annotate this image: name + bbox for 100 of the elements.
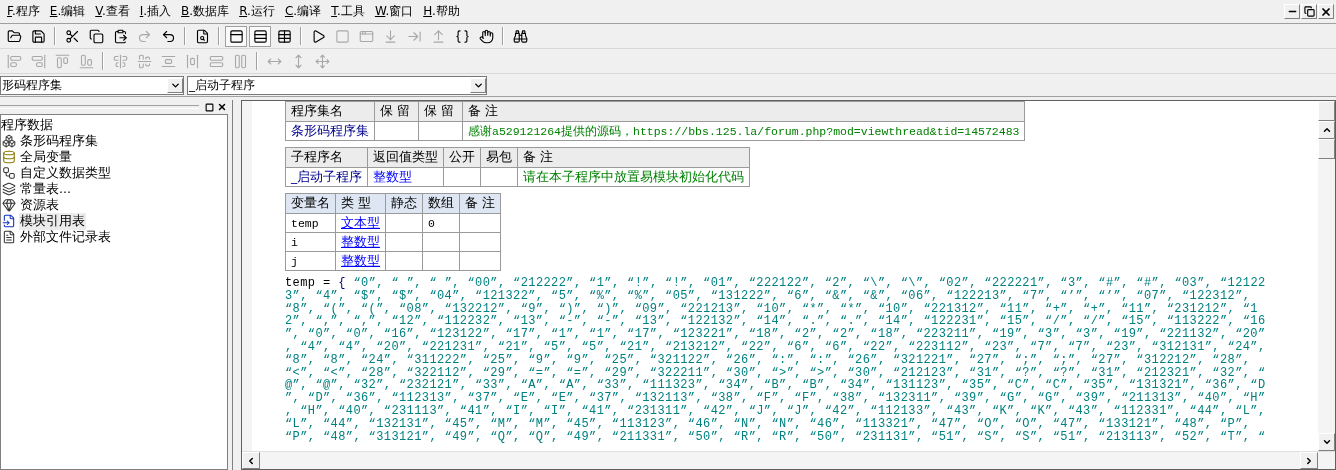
dropdown[interactable]: 形码程序集 [0, 75, 184, 95]
tree-item[interactable]: 程序数据 [1, 117, 227, 133]
file-import-icon [2, 214, 16, 228]
undo-icon [160, 28, 176, 44]
panel-layout-icon [228, 28, 244, 44]
center-horizontal-icon [112, 53, 128, 69]
scroll-left-icon [246, 455, 256, 466]
scroll-up-icon [1321, 125, 1332, 135]
code-line: “8”, “(”, “(”, “08”, “132212”, “9”, “)”, “)”, “09”, “221213”, “10”, “*”, “*”, “10”, “221312”, “11”, “+”, “+”, “11”, “231212”, “1 [285, 302, 1258, 316]
scroll-right-icon [1304, 455, 1314, 466]
tree-item[interactable]: 条形码程序集 [19, 132, 99, 150]
table-cell: 感谢a529121264提供的源码，https://bbs.125.la/forum.php?mod=viewthread&tid=14572483 [462, 121, 1025, 141]
boxes-icon [2, 134, 16, 148]
code-line: “8”, “8”, “24”, “311222”, “25”, “9”, “9”, “25”, “321122”, “26”, “:”, “:”, “26”, “321221”, “27”, “;”, “;”, “27”, “312212”, “28”, [285, 353, 1251, 367]
table-cell: temp [285, 213, 336, 233]
column-header: 变量名 [285, 193, 336, 214]
minimize-button[interactable] [1284, 4, 1300, 19]
stretch-horizontal-icon [208, 53, 224, 69]
code-line: ”, “0”, “0”, “16”, “123122”, “17”, “1”, “1”, “17”, “123221”, “18”, “2”, “2”, “18”, “223211”, “19”, “3”, “3”, “19”, “221132”, “20” [285, 328, 1266, 341]
redo-icon [136, 28, 152, 44]
table-cell [459, 232, 501, 252]
dropdown[interactable]: _启动子程序 [187, 75, 487, 95]
document-search-icon [194, 28, 210, 44]
menu-item[interactable]: V.查看 [90, 3, 135, 20]
menu-item[interactable]: I.插入 [134, 3, 177, 20]
table-cell: 整数型 [367, 167, 444, 187]
braces-icon [454, 28, 470, 44]
close-button[interactable] [216, 101, 228, 113]
table-cell [385, 213, 423, 233]
table-cell [422, 251, 460, 271]
diagram-icon [2, 166, 16, 180]
tree-item[interactable]: 资源表 [19, 196, 60, 214]
scroll-down-icon [1321, 437, 1332, 447]
column-header: 返回值类型 [367, 147, 444, 168]
table-cell: j [285, 251, 336, 271]
scroll-thumb[interactable] [1318, 101, 1335, 121]
code-line: “P”, “48”, “313121”, “49”, “Q”, “Q”, “49”, “211331”, “50”, “R”, “R”, “50”, “231131”, “51”, “S”, “S”, “51”, “213113”, “52”, “T”, “ [285, 430, 1266, 444]
stop-icon [334, 28, 350, 44]
code-line: ”, “D”, “36”, “112313”, “37”, “E”, “E”, “37”, “132113”, “38”, “F”, “F”, “38”, “132311”, “39”, “G”, “G”, “39”, “211313”, “40”, “H” [285, 392, 1266, 405]
align-left-icon [6, 53, 22, 69]
restore-icon [1303, 6, 1315, 17]
tree-item[interactable]: 自定义数据类型 [19, 164, 112, 182]
table-cell[interactable]: 整数型 [335, 251, 386, 271]
table-cell [443, 167, 481, 187]
hand-icon [478, 28, 494, 44]
column-header: 保 留 [374, 101, 419, 122]
scissors-icon [64, 28, 80, 44]
menu-item[interactable]: B.数据库 [176, 3, 235, 20]
window-icon [358, 28, 374, 44]
tree-item[interactable]: 模块引用表 [19, 212, 86, 230]
table-cell: 请在本子程序中放置易模块初始化代码 [517, 167, 750, 187]
menu-item[interactable]: R.运行 [234, 3, 280, 20]
save-icon [30, 28, 46, 44]
menu-item[interactable]: F.程序 [2, 3, 45, 20]
maximize-button[interactable] [203, 101, 215, 113]
code-line: , “4”, “4”, “20”, “221231”, “21”, “5”, “5”, “21”, “213212”, “22”, “6”, “6”, “22”, “223112”, “23”, “7”, “7”, “23”, “312131”, “24”, [285, 341, 1266, 354]
maximize-icon [204, 102, 214, 112]
table-cell [385, 232, 423, 252]
table-cell: 0 [422, 213, 460, 233]
center-vertical-icon [136, 53, 152, 69]
play-icon [310, 28, 326, 44]
copy-icon [88, 28, 104, 44]
menu-item[interactable]: H.帮助 [418, 3, 465, 20]
table-cell[interactable]: 文本型 [335, 213, 386, 233]
table-cell [374, 121, 419, 141]
tree-item[interactable]: 外部文件记录表 [19, 228, 112, 246]
column-header: 保 留 [418, 101, 463, 122]
table-cell[interactable]: 整数型 [335, 232, 386, 252]
column-header: 类 型 [335, 193, 386, 214]
vertical-scrollbar[interactable] [1318, 101, 1335, 451]
table-cell: i [285, 232, 336, 252]
code-line: “<”, “<”, “28”, “322112”, “29”, “=”, “=”, “29”, “322211”, “30”, “>”, “>”, “30”, “212123”, “31”, “?”, “?”, “31”, “212321”, “32”, “ [285, 366, 1266, 380]
align-right-icon [30, 53, 46, 69]
toolbar-button[interactable] [225, 25, 247, 47]
column-header: 备 注 [462, 101, 1025, 122]
column-header: 程序集名 [285, 101, 375, 122]
close-button[interactable] [1318, 4, 1334, 19]
column-header: 备 注 [517, 147, 750, 168]
toolbar-button[interactable] [249, 25, 271, 47]
menu-item[interactable]: W.窗口 [369, 3, 419, 20]
column-header: 易包 [480, 147, 518, 168]
tree-item[interactable]: 常量表... [19, 180, 72, 198]
code-line: 3”, “4”, “$”, “$”, “04”, “121322”, “5”, “%”, “%”, “05”, “131222”, “6”, “&”, “&”, “06”, “122213”, “7”, “’”, “’”, “07”, “122312”, [285, 289, 1251, 303]
restore-button[interactable] [1301, 4, 1317, 19]
layers-icon [2, 182, 16, 196]
binoculars-icon [512, 28, 528, 44]
database-icon [2, 150, 16, 164]
table-cell [418, 121, 463, 141]
file-icon [2, 230, 16, 244]
dropdown-button[interactable] [167, 77, 183, 93]
menu-item[interactable]: C.编译 [279, 3, 327, 20]
code-line: , “H”, “40”, “231113”, “41”, “I”, “I”, “41”, “231311”, “42”, “J”, “J”, “42”, “112133”, “43”, “K”, “K”, “43”, “112331”, “44”, “L”, [285, 404, 1266, 418]
horizontal-scrollbar[interactable] [242, 451, 1335, 469]
scroll-thumb[interactable] [1318, 139, 1335, 159]
menu-item[interactable]: E.编辑 [44, 3, 91, 20]
tree-item[interactable]: 全局变量 [19, 148, 73, 166]
menu-item[interactable]: T.工具 [326, 3, 370, 20]
dropdown-button[interactable] [470, 77, 486, 93]
folder-icon [6, 28, 22, 44]
align-top-icon [54, 53, 70, 69]
